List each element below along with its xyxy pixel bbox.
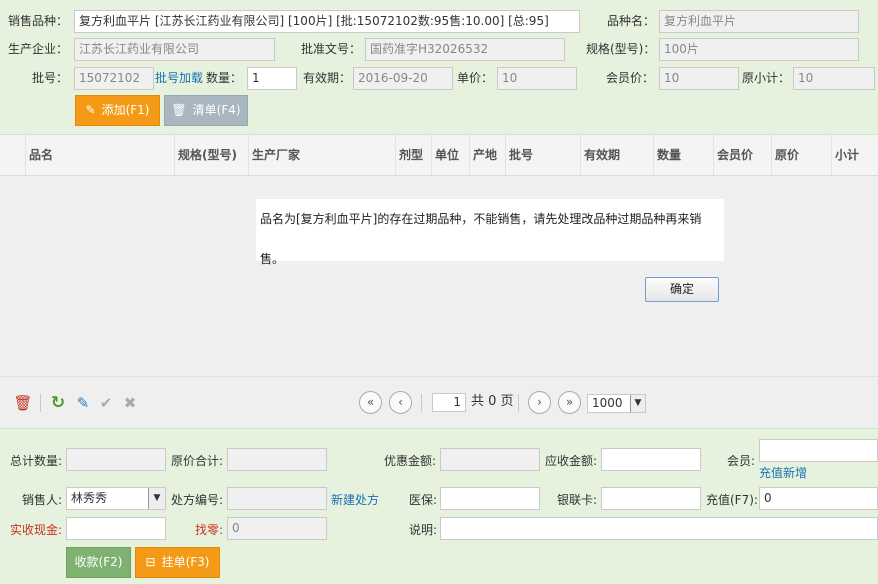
grid-col-rownum — [0, 135, 26, 175]
divider — [40, 394, 41, 412]
recharge-input[interactable]: 0 — [759, 487, 878, 510]
insurance-input[interactable] — [440, 487, 540, 510]
ok-button[interactable]: 确定 — [645, 277, 719, 302]
receivable-label: 应收金额: — [545, 454, 598, 468]
recharge-new-link[interactable]: 充值新增 — [759, 462, 807, 484]
rx-field — [227, 487, 327, 510]
unionpay-input[interactable] — [601, 487, 701, 510]
check-icon[interactable]: ✔ — [96, 393, 116, 413]
total-qty-label: 总计数量: — [10, 454, 63, 468]
unionpay-label: 银联卡: — [557, 493, 598, 507]
expiry-field: 2016-09-20 — [353, 67, 453, 90]
discount-field — [440, 448, 540, 471]
qty-input[interactable]: 1 — [247, 67, 297, 90]
product-label: 销售品种： — [8, 14, 69, 28]
clear-button[interactable]: 🗑 清单(F4) — [164, 95, 248, 126]
clear-button-label: 清单(F4) — [192, 103, 241, 117]
grid-col-name[interactable]: 品名 — [26, 135, 175, 175]
seller-value: 林秀秀 — [71, 491, 108, 505]
qty-label: 数量： — [206, 71, 243, 85]
edit-icon[interactable]: ✎ — [73, 393, 93, 413]
total-qty-field — [66, 448, 166, 471]
grid-col-unit[interactable]: 单位 — [432, 135, 470, 175]
subtotal-label: 原小计： — [742, 71, 791, 85]
member-label: 会员: — [727, 454, 756, 468]
grid-col-subtotal[interactable]: 小计 — [832, 135, 878, 175]
subtotal-field: 10 — [793, 67, 875, 90]
checkout-button-label: 收款(F2) — [74, 555, 123, 569]
grid-header: 品名 规格(型号) 生产厂家 剂型 单位 产地 批号 有效期 数量 会员价 原价… — [0, 134, 878, 176]
page-size-value: 1000 — [592, 396, 623, 410]
hold-button-label: 挂单(F3) — [161, 555, 210, 569]
name-label: 品种名： — [607, 14, 656, 28]
rx-label: 处方编号: — [171, 493, 224, 507]
hold-button[interactable]: ⊟ 挂单(F3) — [135, 547, 220, 578]
product-input[interactable]: 复方利血平片 [江苏长江药业有限公司] [100片] [批:15072102数:… — [74, 10, 580, 33]
page-size-select[interactable]: 1000 ▼ — [587, 394, 646, 413]
alert-message: 品名为[复方利血平片]的存在过期品种，不能销售，请先处理改品种过期品种再来销售。 — [256, 199, 724, 266]
pencil-icon: ✎ — [85, 103, 96, 117]
grid-col-expiry[interactable]: 有效期 — [581, 135, 654, 175]
batch-label: 批号： — [32, 71, 69, 85]
insurance-label: 医保: — [409, 493, 438, 507]
tray-icon: ⊟ — [145, 555, 156, 569]
first-page-button[interactable]: « — [359, 391, 382, 414]
divider — [518, 394, 519, 412]
seller-label: 销售人: — [22, 493, 63, 507]
grid-col-origin[interactable]: 产地 — [470, 135, 506, 175]
cash-label: 实收现金: — [10, 523, 63, 537]
cancel-icon[interactable]: ✖ — [120, 393, 140, 413]
page-total: 共 0 页 — [471, 394, 514, 409]
grid-col-member-price[interactable]: 会员价 — [714, 135, 772, 175]
change-label: 找零: — [195, 523, 224, 537]
add-button[interactable]: ✎ 添加(F1) — [75, 95, 160, 126]
trash-icon: 🗑 — [171, 103, 187, 117]
cash-input[interactable] — [66, 517, 166, 540]
chevron-down-icon[interactable]: ▼ — [630, 395, 645, 412]
last-page-button[interactable]: » — [558, 391, 581, 414]
checkout-button[interactable]: 收款(F2) — [66, 547, 131, 578]
add-button-label: 添加(F1) — [101, 103, 150, 117]
spec-label: 规格(型号)： — [586, 42, 656, 56]
price-label: 单价： — [457, 71, 494, 85]
seller-select[interactable]: 林秀秀 ▼ — [66, 487, 166, 510]
grid-col-form[interactable]: 剂型 — [396, 135, 432, 175]
recharge-label: 充值(F7): — [706, 493, 758, 507]
change-field: 0 — [227, 517, 327, 540]
price-field: 10 — [497, 67, 577, 90]
grid-col-maker[interactable]: 生产厂家 — [249, 135, 396, 175]
member-price-label: 会员价： — [606, 71, 655, 85]
approval-label: 批准文号： — [301, 42, 362, 56]
batch-load-link[interactable]: 批号加载 — [155, 67, 203, 89]
new-rx-link[interactable]: 新建处方 — [331, 489, 379, 511]
approval-field: 国药准字H32026532 — [365, 38, 565, 61]
name-field: 复方利血平片 — [659, 10, 859, 33]
divider — [421, 394, 422, 412]
note-label: 说明: — [409, 523, 438, 537]
pager-toolbar: 🗑 ↻ ✎ ✔ ✖ « ‹ 1 共 0 页 › » 1000 ▼ — [0, 376, 878, 428]
grid-col-batch[interactable]: 批号 — [506, 135, 581, 175]
next-page-button[interactable]: › — [528, 391, 551, 414]
maker-field: 江苏长江药业有限公司 — [74, 38, 275, 61]
delete-icon[interactable]: 🗑 — [13, 393, 33, 413]
refresh-icon[interactable]: ↻ — [48, 393, 68, 413]
member-input[interactable] — [759, 439, 878, 462]
page-number-input[interactable]: 1 — [432, 393, 466, 412]
prev-page-button[interactable]: ‹ — [389, 391, 412, 414]
receivable-input[interactable] — [601, 448, 701, 471]
grid-col-qty[interactable]: 数量 — [654, 135, 714, 175]
maker-label: 生产企业： — [8, 42, 69, 56]
grid-col-spec[interactable]: 规格(型号) — [175, 135, 249, 175]
orig-total-field — [227, 448, 327, 471]
spec-field: 100片 — [659, 38, 859, 61]
member-price-field: 10 — [659, 67, 739, 90]
batch-field: 15072102 — [74, 67, 154, 90]
chevron-down-icon[interactable]: ▼ — [148, 488, 165, 509]
orig-total-label: 原价合计: — [171, 454, 224, 468]
note-input[interactable] — [440, 517, 878, 540]
discount-label: 优惠金额: — [384, 454, 437, 468]
grid-col-orig-price[interactable]: 原价 — [772, 135, 832, 175]
expiry-label: 有效期： — [303, 71, 352, 85]
